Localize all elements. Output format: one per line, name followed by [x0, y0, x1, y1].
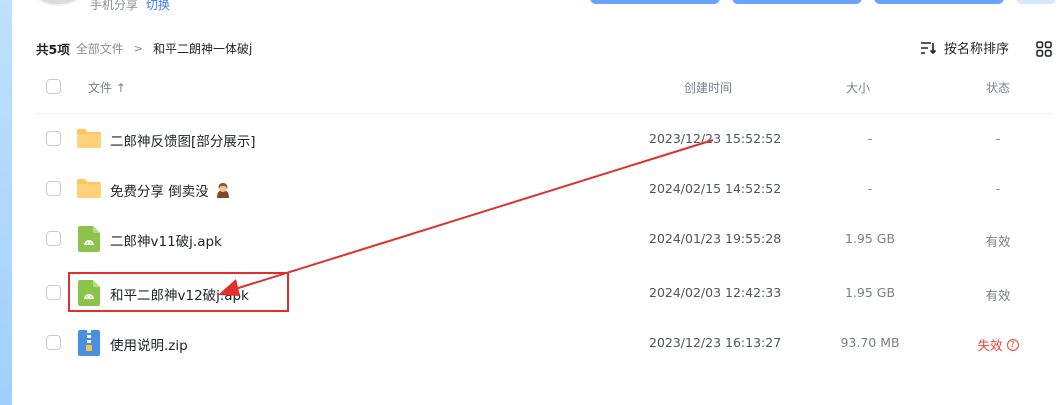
file-status: 有效 [985, 234, 1011, 249]
row-checkbox[interactable] [46, 285, 61, 300]
grid-view-icon [1036, 41, 1052, 57]
share-user-info: 手机分享 切换 [90, 0, 170, 13]
view-toggle-button[interactable] [1036, 41, 1052, 61]
file-name: 免费分享 倒卖没 [110, 184, 209, 200]
avatar [36, 0, 80, 6]
file-time: 2023/12/23 15:52:52 [649, 131, 782, 146]
file-status-invalid: 失效 ? [946, 335, 1050, 354]
file-size: 1.95 GB [844, 285, 896, 300]
file-time: 2024/02/03 12:42:33 [649, 285, 782, 300]
sort-icon [921, 41, 936, 54]
folder-icon [77, 179, 101, 198]
row-checkbox[interactable] [46, 231, 61, 246]
file-size: - [867, 131, 873, 146]
sort-label: 按名称排序 [944, 42, 1010, 57]
file-time: 2024/02/15 14:52:52 [649, 181, 782, 196]
file-status: 有效 [985, 288, 1011, 303]
file-size: 93.70 MB [840, 335, 900, 350]
table-header: 文件 ↑ 创建时间 大小 状态 [36, 70, 1052, 104]
help-icon[interactable]: ? [1006, 338, 1019, 351]
table-row[interactable]: 免费分享 倒卖没 2024/02/15 14:52:52 - - [36, 164, 1052, 214]
file-time: 2024/01/23 19:55:28 [649, 231, 782, 246]
header-button-1[interactable] [590, 0, 720, 4]
row-checkbox[interactable] [46, 335, 61, 350]
row-checkbox[interactable] [46, 181, 61, 196]
breadcrumb-current: 和平二朗神一体破j [152, 41, 253, 56]
file-status: - [995, 131, 1001, 146]
file-status: - [995, 181, 1001, 196]
android-apk-icon [78, 226, 100, 252]
file-name[interactable]: 二郎神反馈图[部分展示] [110, 130, 256, 150]
column-time[interactable]: 创建时间 [684, 79, 732, 96]
folder-icon [77, 129, 101, 148]
switch-link[interactable]: 切换 [146, 0, 170, 12]
breadcrumb: 共5项 全部文件 > 和平二朗神一体破j [36, 40, 253, 57]
file-status: 失效 [977, 338, 1003, 353]
column-status: 状态 [986, 81, 1011, 95]
breadcrumb-root[interactable]: 全部文件 [76, 40, 124, 57]
header-button-4[interactable] [1016, 0, 1056, 4]
file-time: 2023/12/23 16:13:27 [649, 335, 782, 350]
annotation-highlight-box [68, 272, 289, 312]
share-user-text: 手机分享 [90, 0, 139, 12]
table-row[interactable]: 二郎神v11破j.apk 2024/01/23 19:55:28 1.95 GB… [36, 214, 1052, 264]
table-row[interactable]: 使用说明.zip 2023/12/23 16:13:27 93.70 MB 失效… [36, 318, 1052, 368]
file-size: - [867, 181, 873, 196]
zip-file-icon [78, 330, 100, 356]
table-row[interactable]: 二郎神反馈图[部分展示] 2023/12/23 15:52:52 - - [36, 114, 1052, 164]
select-all-checkbox[interactable] [46, 79, 61, 94]
file-size: 1.95 GB [844, 231, 896, 246]
sort-button[interactable]: 按名称排序 [920, 38, 1009, 57]
window-edge [0, 0, 12, 405]
row-checkbox[interactable] [46, 131, 61, 146]
header-button-3[interactable] [874, 0, 1004, 4]
file-name[interactable]: 使用说明.zip [110, 334, 188, 354]
file-name[interactable]: 二郎神v11破j.apk [110, 230, 222, 250]
breadcrumb-separator: > [133, 41, 143, 55]
column-name[interactable]: 文件 ↑ [88, 79, 126, 96]
column-size[interactable]: 大小 [846, 79, 870, 96]
header-button-2[interactable] [732, 0, 862, 4]
person-emoji-icon [217, 183, 230, 198]
share-header: 手机分享 切换 [12, 0, 1060, 18]
item-count: 共5项 [36, 41, 70, 57]
file-name-wrap[interactable]: 免费分享 倒卖没 [110, 180, 231, 200]
